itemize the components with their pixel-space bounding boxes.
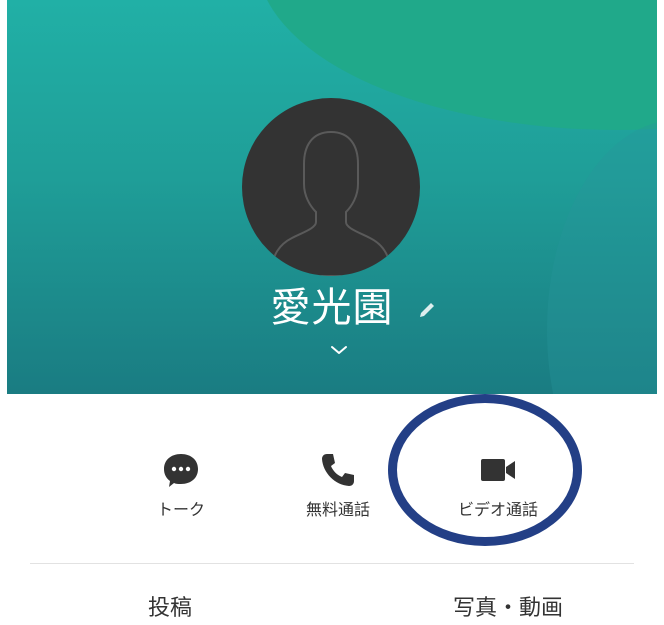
chevron-down-icon[interactable] xyxy=(328,342,350,358)
action-bar: トーク 無料通話 ビデオ通話 xyxy=(0,394,664,562)
free-call-button[interactable]: 無料通話 xyxy=(278,444,398,534)
header-decoration-secondary xyxy=(547,120,657,394)
tab-posts[interactable]: 投稿 xyxy=(100,594,240,624)
chat-bubble-icon xyxy=(164,454,198,487)
default-person-icon xyxy=(268,130,394,276)
talk-button[interactable]: トーク xyxy=(121,444,241,534)
video-camera-icon xyxy=(481,459,515,481)
avatar[interactable] xyxy=(242,98,420,276)
profile-screen: 愛光園 トーク 無料通話 ビデオ通話 投稿 写真・動画 xyxy=(0,0,664,625)
profile-name: 愛光園 xyxy=(270,285,394,331)
video-call-label: ビデオ通話 xyxy=(457,500,538,519)
free-call-label: 無料通話 xyxy=(305,500,370,519)
video-call-button[interactable]: ビデオ通話 xyxy=(438,444,558,534)
talk-label: トーク xyxy=(156,500,205,519)
phone-icon xyxy=(322,454,354,486)
pencil-edit-icon[interactable] xyxy=(416,298,440,322)
tab-photos-videos[interactable]: 写真・動画 xyxy=(418,594,598,624)
divider xyxy=(30,563,634,564)
